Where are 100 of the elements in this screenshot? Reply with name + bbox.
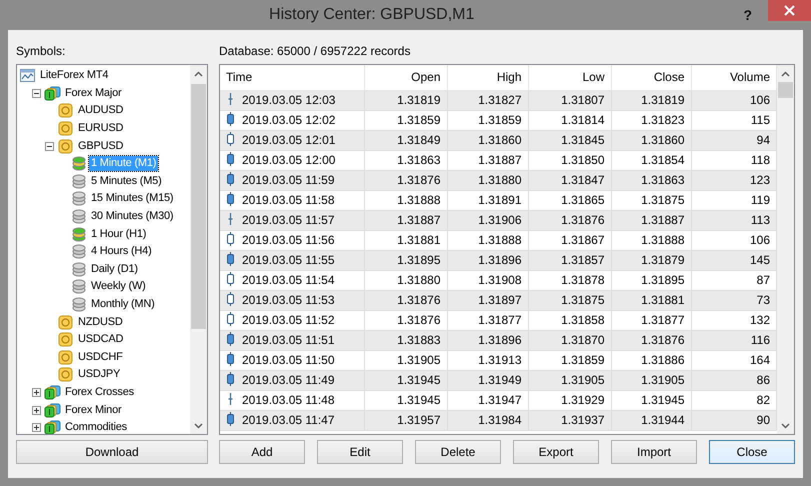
table-cell: 86: [691, 370, 776, 390]
table-cell: 1.31929: [528, 390, 611, 410]
table-cell: 1.31819: [364, 90, 447, 110]
tree-item[interactable]: USDCAD: [76, 332, 126, 348]
tree-item[interactable]: 4 Hours (H4): [89, 244, 154, 260]
tree-item[interactable]: USDJPY: [76, 367, 122, 382]
table-cell: 1.31905: [611, 370, 691, 390]
table-cell: 2019.03.05 11:52: [242, 313, 335, 327]
tree-item[interactable]: Forex Minor: [63, 402, 124, 418]
column-header[interactable]: Close: [611, 65, 691, 90]
coin-icon: [57, 103, 74, 118]
table-cell: 1.31887: [611, 210, 691, 230]
table-cell: 1.31859: [364, 110, 447, 130]
close-button[interactable]: [768, 0, 811, 21]
table-cell: 2019.03.05 11:53: [242, 293, 335, 307]
table-cell: 2019.03.05 12:03: [242, 93, 336, 107]
tree-item[interactable]: Daily (D1): [89, 262, 140, 277]
chevron-up-icon: [781, 70, 790, 76]
column-header[interactable]: Time: [220, 65, 364, 90]
folder-stack-icon: [44, 86, 61, 101]
tree-item[interactable]: Forex Major: [63, 86, 124, 101]
table-cell: 2019.03.05 11:54: [242, 273, 335, 287]
table-cell: 1.31879: [611, 250, 691, 270]
table-cell: 1.31860: [447, 130, 528, 150]
table-cell: 1.31859: [528, 350, 611, 370]
table-cell: 2019.03.05 12:00: [242, 153, 336, 167]
dialog-button[interactable]: Import: [611, 440, 697, 464]
help-button[interactable]: ?: [743, 4, 752, 26]
tree-item[interactable]: Commodities: [63, 420, 129, 434]
table-cell: 1.31875: [528, 290, 611, 310]
table-cell: 145: [691, 250, 776, 270]
tree-item[interactable]: Forex Crosses: [63, 384, 136, 400]
expand-icon[interactable]: [32, 388, 41, 397]
collapse-icon[interactable]: [45, 142, 54, 151]
tree-item[interactable]: 1 Hour (H1): [89, 226, 148, 242]
table-cell: 1.31895: [611, 270, 691, 290]
table-cell: 106: [691, 230, 776, 250]
table-cell: 1.31913: [447, 350, 528, 370]
table-cell: 1.31945: [364, 390, 447, 410]
table-cell: 1.31854: [611, 150, 691, 170]
tree-item[interactable]: 5 Minutes (M5): [89, 174, 164, 189]
table-cell: 1.31867: [528, 230, 611, 250]
dialog-button[interactable]: Export: [513, 440, 599, 464]
table-cell: 1.31944: [611, 410, 691, 430]
coin-icon: [57, 367, 74, 382]
coin-icon: [57, 138, 74, 154]
coin-icon: [57, 350, 74, 365]
coin-icon: [57, 121, 74, 136]
column-header[interactable]: High: [447, 65, 528, 90]
chevron-up-icon: [194, 70, 203, 76]
table-cell: 2019.03.05 11:51: [242, 333, 335, 347]
tree-item[interactable]: LiteForex MT4: [38, 68, 110, 84]
table-cell: 1.31887: [364, 210, 447, 230]
table-cell: 1.31858: [528, 310, 611, 330]
table-cell: 1.31876: [364, 310, 447, 330]
table-cell: 1.31859: [447, 110, 528, 130]
table-cell: 132: [691, 310, 776, 330]
column-header[interactable]: Open: [364, 65, 447, 90]
table-cell: 94: [691, 130, 776, 150]
folder-stack-icon: [44, 420, 61, 434]
table-cell: 1.31891: [447, 190, 528, 210]
table-cell: 1.31945: [611, 390, 691, 410]
database-icon: [70, 226, 87, 242]
table-cell: 2019.03.05 11:49: [242, 373, 335, 387]
table-cell: 1.31908: [447, 270, 528, 290]
table-cell: 2019.03.05 11:48: [242, 393, 335, 407]
table-cell: 1.31863: [611, 170, 691, 190]
table-cell: 1.31845: [528, 130, 611, 150]
expand-icon[interactable]: [32, 423, 41, 432]
tree-item[interactable]: USDCHF: [76, 350, 125, 365]
dialog-button[interactable]: Edit: [317, 440, 403, 464]
dialog-button[interactable]: Download: [16, 440, 208, 464]
collapse-icon[interactable]: [32, 88, 41, 98]
tree-item[interactable]: 15 Minutes (M15): [89, 191, 176, 206]
database-icon: [70, 156, 87, 172]
tree-item[interactable]: AUDUSD: [76, 103, 126, 118]
table-cell: 2019.03.05 11:50: [242, 353, 335, 367]
column-header[interactable]: Low: [528, 65, 611, 90]
table-cell: 1.31957: [364, 410, 447, 430]
table-cell: 1.31896: [447, 250, 528, 270]
tree-item[interactable]: Weekly (W): [89, 279, 148, 294]
dialog-button[interactable]: Delete: [415, 440, 501, 464]
table-cell: 1.31877: [611, 310, 691, 330]
tree-item[interactable]: NZDUSD: [76, 314, 125, 330]
tree-item[interactable]: GBPUSD: [76, 138, 126, 154]
tree-item[interactable]: EURUSD: [76, 121, 126, 136]
dialog-button[interactable]: Add: [219, 440, 305, 464]
tree-item[interactable]: 30 Minutes (M30): [89, 209, 176, 224]
database-info: Database: 65000 / 6957222 records: [219, 43, 412, 60]
table-cell: 1.31819: [611, 90, 691, 110]
table-cell: 1.31827: [447, 90, 528, 110]
expand-icon[interactable]: [32, 406, 41, 415]
table-cell: 1.31876: [611, 330, 691, 350]
dialog-button[interactable]: Close: [709, 440, 795, 464]
tree-item[interactable]: Monthly (MN): [89, 297, 157, 312]
scroll-thumb[interactable]: [191, 84, 206, 329]
table-cell: 1.31896: [447, 330, 528, 350]
folder-stack-icon: [44, 402, 61, 418]
scroll-thumb[interactable]: [778, 82, 793, 98]
chevron-down-icon: [781, 422, 790, 428]
